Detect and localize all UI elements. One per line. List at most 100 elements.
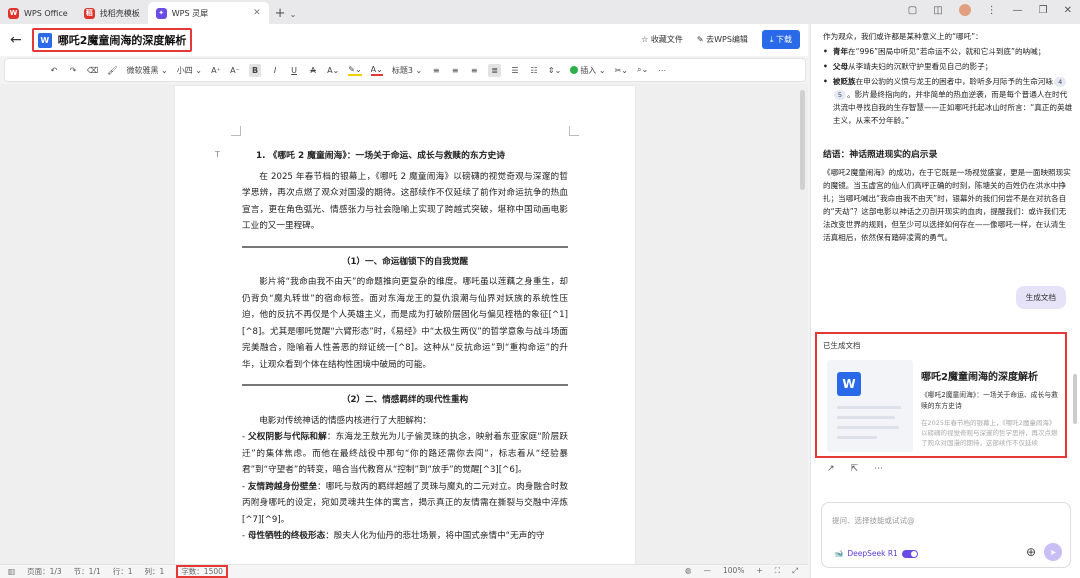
more-icon[interactable]: ⋮ <box>987 5 997 16</box>
line-spacing-icon[interactable]: ⇕⌄ <box>548 66 561 75</box>
download-button[interactable]: ⤓ 下载 <box>761 30 800 49</box>
more-icon[interactable]: ⋯ <box>874 464 883 474</box>
restore-icon[interactable]: ❐ <box>1039 5 1048 16</box>
underline-icon[interactable]: U <box>289 66 299 75</box>
format-toolbar: ↶ ↷ ⌫ 🖌 微软雅黑 ⌄ 小四 ⌄ A⁺ A⁻ B I U A A⌄ ✎⌄ … <box>4 58 806 82</box>
new-tab-icon[interactable]: + ⌄ <box>275 6 297 21</box>
chat-history: 作为观众，我们或许都是某种意义上的“哪吒”： • 青年在“996”困局中听见“若命… <box>823 24 1073 244</box>
list-item-title: 被贬族 <box>832 77 856 86</box>
font-select[interactable]: 微软雅黑 ⌄ <box>126 65 167 76</box>
tab-docer[interactable]: 稻 找稻壳模板 <box>76 2 148 24</box>
clear-format-icon[interactable]: ⌫ <box>87 66 98 75</box>
highlight-icon[interactable]: ✎⌄ <box>348 65 362 76</box>
generated-document-card[interactable]: 已生成文档 W 哪吒2魔童闹海的深度解析 《哪吒2魔童闹海》：一场关于命运、成长… <box>815 332 1067 458</box>
align-justify-icon[interactable]: ≣ <box>488 63 501 77</box>
plus-icon <box>570 66 579 74</box>
window-mode-icon[interactable]: ▢ <box>908 5 917 16</box>
list-item: - 母性牺牲的终极形态：殷夫人化为仙丹的悲壮场景，将中国式亲情中“无声的守 <box>242 531 545 541</box>
citation-badge[interactable]: 4 <box>1054 77 1067 87</box>
tab-wps-office[interactable]: W WPS Office <box>0 2 76 24</box>
thumbnail-line <box>837 406 901 409</box>
close-tab-icon[interactable]: ✕ <box>253 8 261 18</box>
card-subtitle: 《哪吒2魔童闹海》：一场关于命运、成长与救赎的东方史诗 <box>921 391 1058 410</box>
generate-document-message: 生成文档 <box>1015 286 1066 309</box>
zoom-level: 100% <box>723 566 745 575</box>
skin-icon[interactable]: ◫ <box>933 5 942 16</box>
format-painter-icon[interactable]: 🖌 <box>107 66 117 75</box>
search-icon[interactable]: ⌕⌄ <box>637 65 648 75</box>
minimize-icon[interactable]: — <box>1013 5 1023 16</box>
card-label: 已生成文档 <box>823 341 861 350</box>
bold-icon[interactable]: B <box>248 63 262 77</box>
distributed-icon[interactable]: ☰ <box>510 66 520 75</box>
list-item-title: 母性牺牲的终极形态 <box>247 531 326 541</box>
tools-icon[interactable]: ✂⌄ <box>615 66 628 75</box>
align-center-icon[interactable]: ≡ <box>450 66 460 75</box>
list-item-text: ：殷夫人化为仙丹的悲壮场景，将中国式亲情中“无声的守 <box>325 531 545 541</box>
deepseek-icon: 🐋 <box>834 549 844 558</box>
paragraph: 影片将“我命由我不由天”的命题推向更复杂的维度。哪吒虽以莲藕之身重生，却仍背负“… <box>242 277 568 370</box>
align-right-icon[interactable]: ≡ <box>469 66 479 75</box>
col-indicator: 列：1 <box>144 567 165 576</box>
zoom-out-icon[interactable]: — <box>704 566 712 576</box>
globe-icon[interactable]: ◍ <box>685 566 692 576</box>
undo-icon[interactable]: ↶ <box>49 66 59 75</box>
list-item-text: 。影片最终指向的，并非简单的热血逆袭，而是每个普通人在时代洪流中寻找自我的生存智… <box>832 90 1073 125</box>
share-icon[interactable]: ↗ <box>827 464 835 474</box>
tab-lingxi[interactable]: ✦ WPS 灵犀 ✕ <box>147 2 269 24</box>
list-item: • 青年在“996”困局中听见“若命运不公，就和它斗到底”的呐喊； <box>823 47 1046 56</box>
thumbnail-line <box>837 436 877 439</box>
document-page[interactable]: 1. 《哪吒 2 魔童闹海》：一场关于命运、成长与救赎的东方史诗 在 2025 … <box>175 86 635 564</box>
collect-button[interactable]: ☆ 收藏文件 <box>641 34 683 45</box>
strikethrough-icon[interactable]: A <box>308 66 318 75</box>
divider <box>242 245 568 248</box>
text-effect-icon[interactable]: A⌄ <box>327 66 339 75</box>
export-icon[interactable]: ⇱ <box>851 464 859 474</box>
expand-icon[interactable]: ⤢ <box>792 566 798 576</box>
document-thumbnail: W <box>827 360 913 452</box>
align-left-icon[interactable]: ≡ <box>431 66 441 75</box>
font-color-icon[interactable]: A⌄ <box>370 65 383 76</box>
divider <box>242 384 568 386</box>
heading-select[interactable]: 标题3 ⌄ <box>392 65 422 76</box>
insert-button[interactable]: 插入 ⌄ <box>570 65 606 76</box>
vertical-scrollbar[interactable] <box>800 90 805 190</box>
list-item: - 父权阴影与代际和解：东海龙王敖光为儿子偷灵珠的执念，映射着东亚家庭“阶层跃迁… <box>242 432 568 475</box>
panel-scrollbar[interactable] <box>1073 374 1077 424</box>
back-arrow-icon[interactable]: ← <box>10 32 22 48</box>
collect-label: 收藏文件 <box>650 35 683 44</box>
font-shrink-icon[interactable]: A⁻ <box>230 66 240 75</box>
italic-icon[interactable]: I <box>270 66 280 75</box>
input-placeholder: 提问、选择技能或试试@ <box>832 516 915 525</box>
size-select[interactable]: 小四 ⌄ <box>177 65 202 76</box>
intro-text: 作为观众，我们或许都是某种意义上的“哪吒”： <box>823 32 983 41</box>
tab-label: 找稻壳模板 <box>99 8 140 18</box>
deepthink-toggle[interactable] <box>901 549 918 558</box>
avatar[interactable] <box>958 4 971 16</box>
fit-icon[interactable]: ⛶ <box>775 566 780 576</box>
document-title: 哪吒2魔童闹海的深度解析 <box>57 34 187 47</box>
page-indicator: 页面：1/3 <box>27 567 62 576</box>
redo-icon[interactable]: ↷ <box>68 66 78 75</box>
chat-input[interactable]: 提问、选择技能或试试@ 🐋 DeepSeek R1 ⊕ ➤ <box>821 502 1071 568</box>
window-controls: ▢ ◫ ⋮ — ❐ ✕ <box>908 4 1072 16</box>
page-view-icon[interactable]: ▥ <box>8 567 15 576</box>
edit-in-wps-button[interactable]: ✎ 去WPS编辑 <box>697 34 748 45</box>
header-actions: ☆ 收藏文件 ✎ 去WPS编辑 ⤓ 下载 <box>641 30 800 49</box>
word-count[interactable]: 字数：1500 <box>176 565 228 578</box>
edit-label: 去WPS编辑 <box>706 35 748 44</box>
citation-badge[interactable]: 5 <box>833 90 846 100</box>
send-icon[interactable]: ➤ <box>1044 543 1062 561</box>
list-item-title: 父权阴影与代际和解 <box>248 432 327 442</box>
document-body[interactable]: 1. 《哪吒 2 魔童闹海》：一场关于命运、成长与救赎的东方史诗 在 2025 … <box>242 148 568 545</box>
model-label: DeepSeek R1 <box>847 549 898 558</box>
add-attachment-icon[interactable]: ⊕ <box>1026 545 1036 559</box>
font-grow-icon[interactable]: A⁺ <box>211 66 221 75</box>
list-icon[interactable]: ☷ <box>529 66 539 75</box>
zoom-in-icon[interactable]: + <box>756 566 762 576</box>
model-toggle[interactable]: 🐋 DeepSeek R1 <box>834 549 918 558</box>
list-item-text: 在申公豹的义愤与龙王的困者中，聆听多月际予的生命河咏 <box>855 77 1054 86</box>
close-window-icon[interactable]: ✕ <box>1064 5 1072 16</box>
more-tools-icon[interactable]: ⋯ <box>657 66 667 75</box>
card-title: 哪吒2魔童闹海的深度解析 <box>921 372 1038 383</box>
